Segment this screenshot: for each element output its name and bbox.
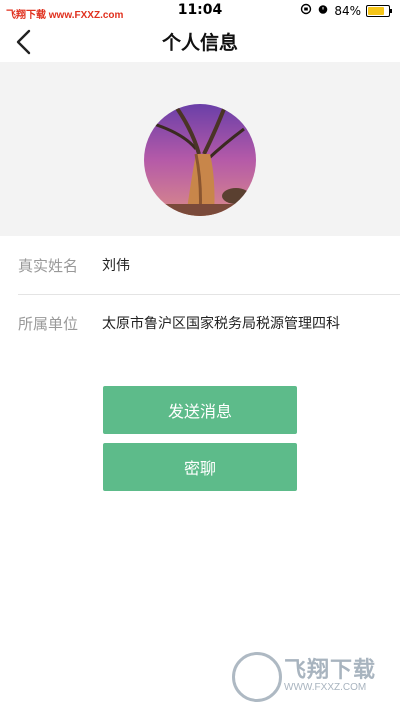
alarm-icon xyxy=(317,3,329,18)
avatar[interactable] xyxy=(144,104,256,216)
info-row-unit: 所属单位 太原市鲁沪区国家税务局税源管理四科 xyxy=(18,294,400,352)
page-title: 个人信息 xyxy=(161,32,238,54)
orientation-lock-icon xyxy=(300,3,312,18)
battery-icon xyxy=(366,4,392,17)
send-message-button[interactable]: 发送消息 xyxy=(103,386,297,434)
unit-label: 所属单位 xyxy=(18,314,79,333)
status-right: 84% xyxy=(300,3,392,18)
name-label: 真实姓名 xyxy=(18,256,79,275)
status-bar: 飞翔下载 www.FXXZ.com 11:04 84% xyxy=(0,0,400,22)
avatar-section xyxy=(0,62,400,236)
watermark-text: 飞翔下载 xyxy=(284,658,377,683)
unit-value: 太原市鲁沪区国家税务局税源管理四科 xyxy=(102,316,340,332)
battery-percent: 84% xyxy=(334,3,361,18)
watermark-logo: 飞翔下载 WWW.FXXZ.COM xyxy=(232,650,392,702)
private-chat-button[interactable]: 密聊 xyxy=(103,443,297,491)
nav-bar: 个人信息 xyxy=(0,22,400,62)
name-value: 刘伟 xyxy=(102,258,130,274)
watermark-circle-icon xyxy=(232,652,282,702)
watermark-url: WWW.FXXZ.COM xyxy=(284,682,367,693)
info-row-name: 真实姓名 刘伟 xyxy=(18,236,400,295)
